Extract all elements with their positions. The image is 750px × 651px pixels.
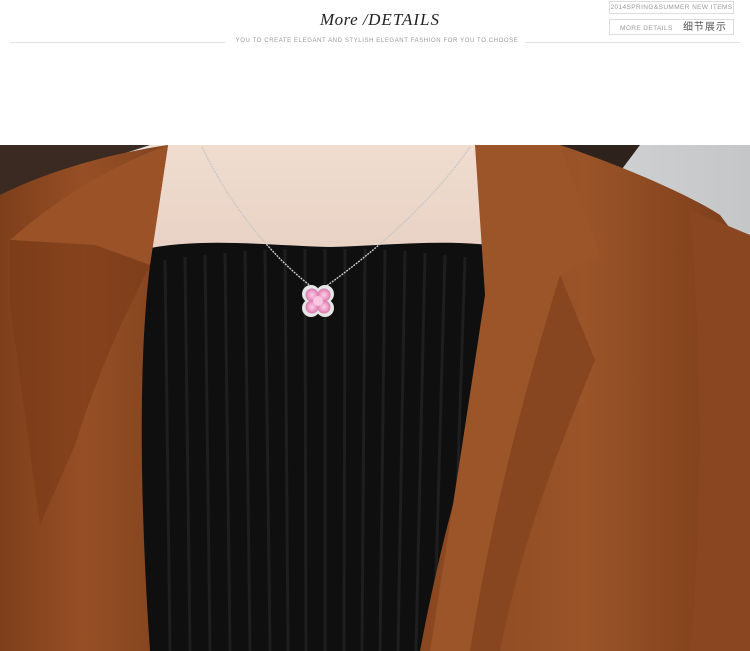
new-items-tag: 2014SPRING&SUMMER NEW ITEMS	[609, 1, 734, 14]
details-cn-label: 细节展示	[682, 22, 727, 33]
title-more: More	[319, 10, 359, 29]
section-subtitle: YOU TO CREATE ELEGANT AND STYLISH ELEGAN…	[235, 38, 519, 44]
clover-pendant	[302, 285, 334, 317]
necklace-photo-illustration	[0, 145, 750, 651]
divider-left	[10, 42, 225, 43]
more-details-label: MORE DETAILS	[620, 25, 673, 32]
more-details-tag: MORE DETAILS 细节展示	[609, 19, 734, 35]
divider-right	[525, 42, 740, 43]
details-header: More /DETAILS YOU TO CREATE ELEGANT AND …	[0, 0, 750, 145]
title-details: DETAILS	[368, 10, 441, 29]
product-detail-photo	[0, 145, 750, 651]
